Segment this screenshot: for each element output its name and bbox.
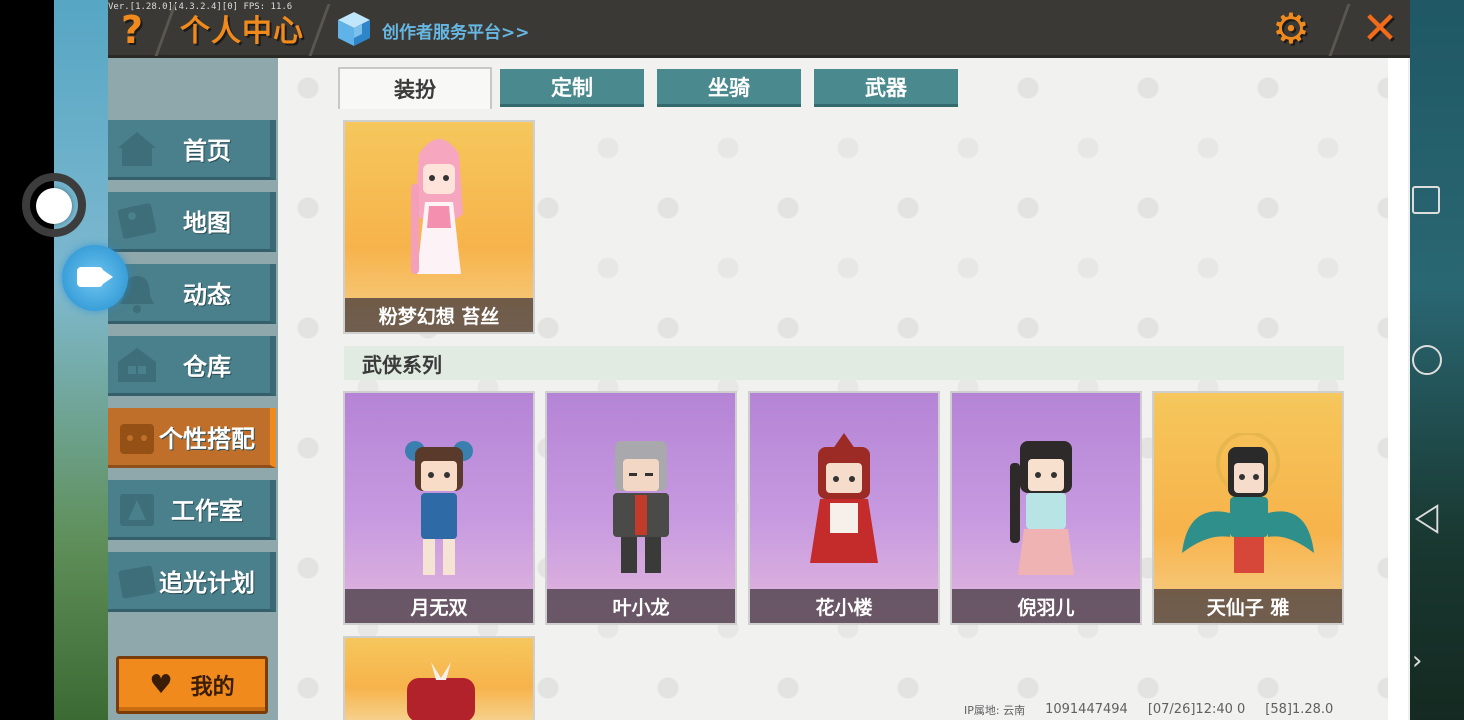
my-button[interactable]: ♥ 我的 (116, 656, 268, 714)
studio-icon (120, 494, 154, 526)
tab-weapon[interactable]: 武器 (814, 69, 958, 107)
skin-name: 叶小龙 (547, 589, 735, 623)
tab-dress-up[interactable]: 装扮 (338, 67, 492, 109)
sidebar-item-feed[interactable]: 动态 (108, 264, 276, 324)
sidebar-item-home[interactable]: 首页 (108, 120, 276, 180)
map-icon (117, 203, 157, 239)
plan-icon (118, 565, 156, 599)
scrollbar[interactable] (1388, 58, 1408, 720)
ip-location: IP属地: 云南 (964, 704, 1026, 717)
skin-card[interactable] (343, 636, 535, 720)
character-portrait (407, 662, 475, 720)
sidebar-item-map[interactable]: 地图 (108, 192, 276, 252)
character-portrait (405, 441, 473, 575)
section-title: 武侠系列 (344, 346, 1344, 380)
skin-card[interactable]: 叶小龙 (545, 391, 737, 625)
skin-card[interactable]: 粉梦幻想 苔丝 (343, 120, 535, 334)
screen-record-camera-icon[interactable] (62, 245, 128, 311)
character-portrait (810, 433, 878, 563)
user-id: 1091447494 (1045, 702, 1128, 717)
skin-name: 花小楼 (750, 589, 938, 623)
heart-icon: ♥ (149, 670, 173, 700)
sidebar-item-label: 仓库 (183, 353, 231, 381)
character-portrait (411, 139, 463, 274)
my-button-label: 我的 (190, 675, 235, 700)
character-portrait (613, 441, 669, 573)
sidebar-item-label: 首页 (183, 137, 231, 165)
sidebar-item-label: 追光计划 (159, 569, 255, 597)
close-button[interactable]: ✕ (1354, 4, 1406, 54)
sidebar-item-label: 动态 (183, 281, 231, 309)
skin-card[interactable]: 月无双 (343, 391, 535, 625)
game-background-left (54, 0, 110, 720)
timestamp: [07/26]12:40 0 (1147, 702, 1246, 717)
sidebar-item-label: 个性搭配 (159, 425, 255, 453)
skin-name: 倪羽儿 (952, 589, 1140, 623)
skin-name: 天仙子 雅 (1154, 589, 1342, 623)
tab-custom[interactable]: 定制 (500, 69, 644, 107)
warehouse-icon (118, 348, 156, 382)
build-version: [58]1.28.0 (1265, 702, 1334, 717)
sidebar-item-studio[interactable]: 工作室 (108, 480, 276, 540)
skin-name: 月无双 (345, 589, 533, 623)
floating-ball-button[interactable] (36, 188, 72, 224)
character-portrait (1010, 441, 1074, 575)
skin-name: 粉梦幻想 苔丝 (345, 298, 533, 332)
settings-gear-icon[interactable]: ⚙ (1268, 6, 1314, 52)
creator-cube-icon[interactable] (336, 10, 372, 48)
chevron-right-icon[interactable]: › (1412, 646, 1442, 676)
sidebar-item-label: 工作室 (171, 497, 243, 525)
sidebar-item-outfit[interactable]: 个性搭配 (108, 408, 276, 468)
skin-card[interactable]: 倪羽儿 (950, 391, 1142, 625)
home-icon (118, 132, 156, 166)
home-circle-icon[interactable] (1412, 345, 1442, 375)
tab-mount[interactable]: 坐骑 (657, 69, 801, 107)
sidebar-item-label: 地图 (183, 209, 231, 237)
back-triangle-icon[interactable] (1412, 504, 1442, 534)
sidebar-item-plan[interactable]: 追光计划 (108, 552, 276, 612)
skin-card[interactable]: 天仙子 雅 (1152, 391, 1344, 625)
character-portrait (1182, 433, 1314, 573)
recents-square-icon[interactable] (1412, 186, 1440, 214)
page-title: 个人中心 (180, 14, 304, 49)
footer-info: IP属地: 云南 1091447494 [07/26]12:40 0 [58]1… (964, 702, 1333, 718)
device-left-strip (0, 0, 54, 720)
help-button[interactable]: ? (112, 8, 152, 52)
creator-platform-link[interactable]: 创作者服务平台>> (382, 18, 530, 43)
skin-card[interactable]: 花小楼 (748, 391, 940, 625)
outfit-icon (120, 424, 154, 454)
sidebar-item-warehouse[interactable]: 仓库 (108, 336, 276, 396)
